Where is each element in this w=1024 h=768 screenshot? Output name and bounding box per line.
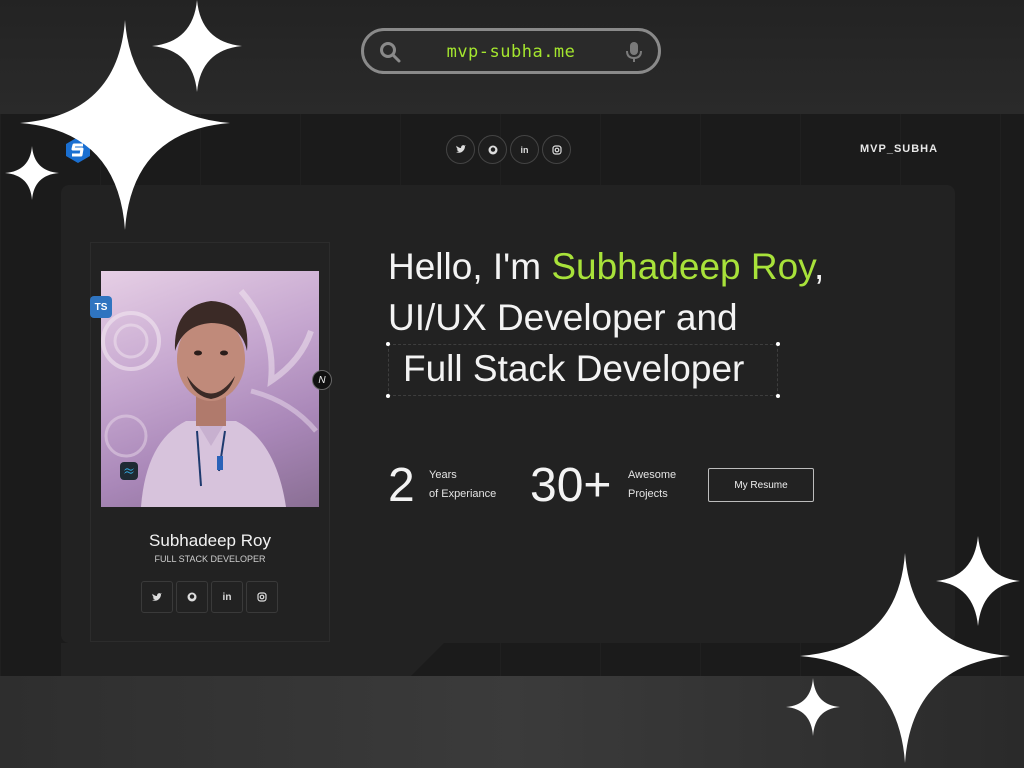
github-icon[interactable]	[176, 581, 208, 613]
url-search-bar[interactable]: mvp-subha.me	[361, 28, 661, 74]
my-resume-button[interactable]: My Resume	[708, 468, 814, 502]
panel-tail-corner	[411, 643, 444, 676]
profile-social-links: in	[141, 581, 278, 613]
sparkle-small-icon	[152, 0, 242, 92]
stat-projects-label: Awesome Projects	[628, 466, 676, 504]
sparkle-small-icon	[936, 536, 1020, 626]
brand-name[interactable]: MVP_SUBHA	[860, 143, 938, 155]
selection-handle	[386, 342, 390, 346]
sparkle-small-icon	[5, 146, 59, 200]
twitter-icon[interactable]	[141, 581, 173, 613]
stat-projects-label-top: Awesome	[628, 469, 677, 481]
panel-tail	[61, 643, 411, 676]
profile-name: Subhadeep Roy	[149, 531, 271, 550]
stat-projects-number: 30+	[530, 459, 612, 512]
github-icon[interactable]	[478, 135, 507, 164]
selection-handle	[386, 394, 390, 398]
tailwind-badge-icon	[120, 462, 138, 480]
stat-experience-label-top: Years	[429, 469, 457, 481]
stat-experience-number: 2	[388, 459, 415, 512]
headline-line-3: Full Stack Developer	[403, 348, 745, 389]
twitter-icon[interactable]	[446, 135, 475, 164]
linkedin-icon[interactable]: in	[211, 581, 243, 613]
nextjs-badge-icon: N	[312, 370, 332, 390]
microphone-icon[interactable]	[624, 40, 644, 64]
headline-name: Subhadeep Roy	[551, 246, 814, 287]
instagram-icon[interactable]	[246, 581, 278, 613]
profile-role: FULL STACK DEVELOPER	[154, 554, 266, 564]
headline-comma: ,	[813, 246, 825, 287]
headline-line-2: UI/UX Developer and	[388, 297, 738, 338]
typescript-badge-icon: TS	[90, 296, 112, 318]
headline-line-1: Hello, I'm Subhadeep Roy,	[388, 246, 824, 288]
selection-handle	[776, 342, 780, 346]
url-text[interactable]: mvp-subha.me	[364, 42, 658, 62]
stat-experience-label-bottom: of Experiance	[429, 488, 497, 500]
linkedin-icon[interactable]: in	[510, 135, 539, 164]
stat-experience-label: Years of Experiance	[429, 466, 496, 504]
stat-projects-label-bottom: Projects	[628, 488, 668, 500]
sparkle-small-icon	[786, 678, 840, 736]
headline-greeting: Hello, I'm	[388, 246, 552, 287]
header-social-links: in	[446, 135, 571, 164]
instagram-icon[interactable]	[542, 135, 571, 164]
selection-handle	[776, 394, 780, 398]
